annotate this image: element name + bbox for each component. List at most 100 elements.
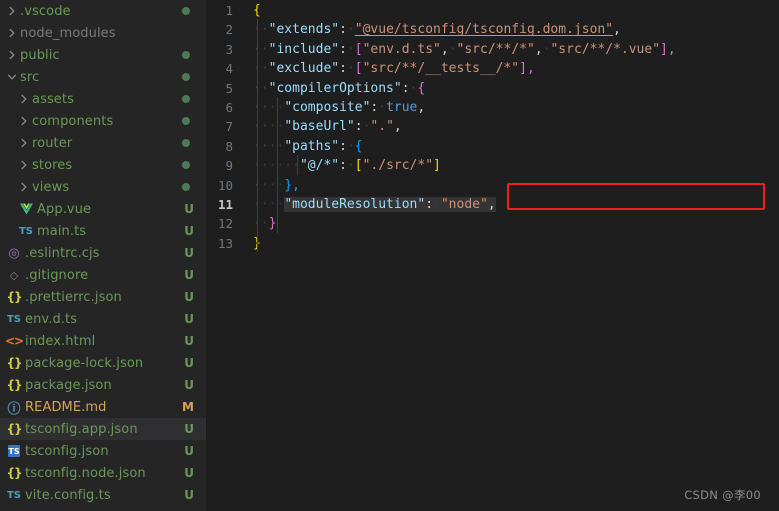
explorer-file-envdts[interactable]: TS env.d.ts U [0, 308, 206, 330]
explorer-file-viteconfigts[interactable]: TS vite.config.ts U [0, 484, 206, 506]
explorer-item-label: index.html [25, 333, 96, 349]
line-text[interactable]: ······"@/*":·["./src/*"] [253, 156, 779, 175]
chevron-right-icon[interactable] [4, 50, 19, 60]
code-line[interactable]: 4 ··"exclude":·["src/**/__tests__/*"], [207, 59, 779, 78]
explorer-folder-vscode[interactable]: .vscode [0, 0, 206, 22]
code-line[interactable]: 8 ····"paths":·{ [207, 137, 779, 156]
explorer-file-appvue[interactable]: App.vue U [0, 198, 206, 220]
explorer-folder-router[interactable]: router [0, 132, 206, 154]
code-editor[interactable]: 1 { 2 ··"extends":·"@vue/tsconfig/tsconf… [207, 0, 779, 511]
code-line[interactable]: 13 } [207, 234, 779, 253]
explorer-folder-stores[interactable]: stores [0, 154, 206, 176]
git-status-dot [182, 95, 190, 103]
explorer-folder-assets[interactable]: assets [0, 88, 206, 110]
chevron-right-icon[interactable] [16, 94, 31, 104]
line-text[interactable]: ··"include":·["env.d.ts",·"src/**/*",·"s… [253, 40, 779, 59]
code-line-active[interactable]: 11 ····"moduleResolution":·"node", [207, 195, 779, 214]
code-line[interactable]: 5 ··"compilerOptions":·{ [207, 79, 779, 98]
code-line[interactable]: 3 ··"include":·["env.d.ts",·"src/**/*",·… [207, 40, 779, 59]
git-status-letter: U [184, 444, 194, 458]
bracket-open-token: [ [354, 158, 363, 174]
code-line[interactable]: 6 ····"composite":·true, [207, 98, 779, 117]
code-content[interactable]: 1 { 2 ··"extends":·"@vue/tsconfig/tsconf… [207, 0, 779, 253]
whitespace-dots: ·· [253, 61, 269, 77]
chevron-right-icon[interactable] [16, 116, 31, 126]
explorer-item-label: stores [32, 157, 73, 173]
typescript-file-icon: TS [6, 489, 22, 501]
json-key-paths: "paths" [284, 138, 340, 154]
line-text[interactable]: } [253, 234, 779, 253]
code-line[interactable]: 12 ··} [207, 214, 779, 233]
comma: , [534, 41, 543, 57]
json-value-composite: true [386, 99, 418, 115]
json-file-icon: {} [6, 290, 22, 304]
json-key-composite: "composite" [284, 99, 371, 115]
explorer-item-label: README.md [25, 399, 107, 415]
line-text[interactable]: { [253, 1, 779, 20]
git-status-letter: M [182, 400, 194, 414]
explorer-file-packagelockjson[interactable]: {} package-lock.json U [0, 352, 206, 374]
line-text[interactable]: ··"extends":·"@vue/tsconfig/tsconfig.dom… [253, 20, 779, 39]
line-text[interactable]: ····"baseUrl":·".", [253, 117, 779, 136]
explorer-item-label: tsconfig.app.json [25, 421, 138, 437]
line-text[interactable]: ····"moduleResolution":·"node", [253, 195, 779, 214]
explorer-folder-src[interactable]: src [0, 66, 206, 88]
explorer-folder-nodemodules[interactable]: node_modules [0, 22, 206, 44]
explorer-folder-views[interactable]: views [0, 176, 206, 198]
explorer-item-label: App.vue [37, 201, 92, 217]
line-text[interactable]: ····"composite":·true, [253, 98, 779, 117]
explorer-file-tsconfigjson[interactable]: TS tsconfig.json U [0, 440, 206, 462]
json-value-include-1: "env.d.ts" [362, 41, 441, 57]
explorer-item-label: .eslintrc.cjs [25, 245, 100, 261]
line-text[interactable]: ··} [253, 214, 779, 233]
chevron-right-icon[interactable] [16, 138, 31, 148]
typescript-file-icon: TS [18, 225, 34, 237]
code-line[interactable]: 2 ··"extends":·"@vue/tsconfig/tsconfig.d… [207, 20, 779, 39]
explorer-file-eslintrccjs[interactable]: ◎ .eslintrc.cjs U [0, 242, 206, 264]
explorer-item-label: .gitignore [25, 267, 89, 283]
explorer-file-indexhtml[interactable]: <> index.html U [0, 330, 206, 352]
html-file-icon: <> [4, 334, 24, 348]
json-value-extends[interactable]: "@vue/tsconfig/tsconfig.dom.json" [355, 22, 613, 37]
line-number: 3 [225, 41, 233, 57]
line-text[interactable]: ··"exclude":·["src/**/__tests__/*"], [253, 59, 779, 78]
chevron-down-icon[interactable] [4, 72, 19, 82]
git-status-dot [182, 117, 190, 125]
json-file-icon: {} [6, 378, 22, 392]
chevron-right-icon[interactable] [4, 6, 19, 16]
code-line[interactable]: 9 ······"@/*":·["./src/*"] [207, 156, 779, 175]
whitespace-dots: · [346, 158, 355, 174]
code-line[interactable]: 1 { [207, 1, 779, 20]
json-key-moduleresolution: "moduleResolution" [284, 196, 426, 212]
git-status-dot [182, 183, 190, 191]
colon: : [354, 119, 363, 135]
json-key-alias: "@/*" [299, 158, 340, 174]
line-number: 2 [225, 22, 233, 38]
explorer-file-maints[interactable]: TS main.ts U [0, 220, 206, 242]
explorer-file-gitignore[interactable]: ◇ .gitignore U [0, 264, 206, 286]
explorer-file-tsconfignodejson[interactable]: {} tsconfig.node.json U [0, 462, 206, 484]
code-line[interactable]: 7 ····"baseUrl":·".", [207, 117, 779, 136]
comma: , [487, 196, 496, 212]
git-status-letter: U [184, 356, 194, 370]
git-status-dot [182, 139, 190, 147]
chevron-right-icon[interactable] [16, 182, 31, 192]
explorer-folder-public[interactable]: public [0, 44, 206, 66]
line-text[interactable]: ··"compilerOptions":·{ [253, 79, 779, 98]
explorer-file-packagejson[interactable]: {} package.json U [0, 374, 206, 396]
colon: : [339, 138, 347, 154]
explorer-folder-components[interactable]: components [0, 110, 206, 132]
explorer-file-tsconfigappjson[interactable]: {} tsconfig.app.json U [0, 418, 206, 440]
whitespace-dots: ·· [253, 216, 269, 232]
line-text[interactable]: ····}, [253, 176, 779, 195]
selected-text-span[interactable]: "moduleResolution":·"node", [284, 196, 496, 212]
chevron-right-icon[interactable] [4, 28, 19, 38]
line-number: 10 [217, 177, 233, 193]
explorer-file-readmemd[interactable]: ⓘ README.md M [0, 396, 206, 418]
chevron-right-icon[interactable] [16, 160, 31, 170]
colon: : [339, 61, 347, 77]
code-line[interactable]: 10 ····}, [207, 176, 779, 195]
line-text[interactable]: ····"paths":·{ [253, 137, 779, 156]
explorer-item-label: package-lock.json [25, 355, 144, 371]
explorer-file-prettierrcjson[interactable]: {} .prettierrc.json U [0, 286, 206, 308]
